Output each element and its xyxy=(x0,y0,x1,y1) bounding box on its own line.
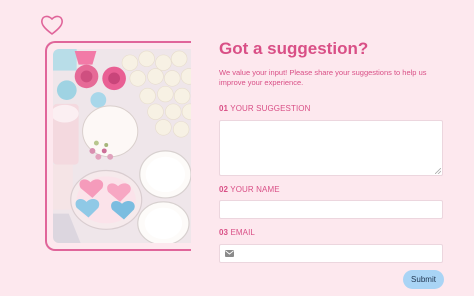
candles-photo xyxy=(53,49,191,243)
email-input[interactable] xyxy=(219,244,443,263)
mail-icon xyxy=(225,250,234,257)
heart-icon xyxy=(41,15,63,35)
email-label: 03 EMAIL xyxy=(219,228,255,237)
email-label-text: EMAIL xyxy=(230,228,255,237)
email-field-wrap xyxy=(219,244,443,263)
submit-button[interactable]: Submit xyxy=(403,270,444,289)
name-label: 02 YOUR NAME xyxy=(219,185,280,194)
suggestion-label-number: 01 xyxy=(219,104,229,113)
suggestion-form: Got a suggestion? We value your input! P… xyxy=(219,38,445,263)
photo-frame xyxy=(45,41,191,251)
suggestion-textarea[interactable] xyxy=(219,120,443,176)
name-label-number: 02 xyxy=(219,185,229,194)
name-label-text: YOUR NAME xyxy=(230,185,280,194)
suggestion-label: 01 YOUR SUGGESTION xyxy=(219,104,310,113)
email-label-number: 03 xyxy=(219,228,229,237)
resize-grip-icon[interactable] xyxy=(435,168,441,174)
form-title: Got a suggestion? xyxy=(219,39,369,58)
suggestion-label-text: YOUR SUGGESTION xyxy=(230,104,311,113)
form-subtitle: We value your input! Please share your s… xyxy=(219,68,427,87)
name-input[interactable] xyxy=(219,200,443,219)
suggestion-field-wrap xyxy=(219,120,443,176)
